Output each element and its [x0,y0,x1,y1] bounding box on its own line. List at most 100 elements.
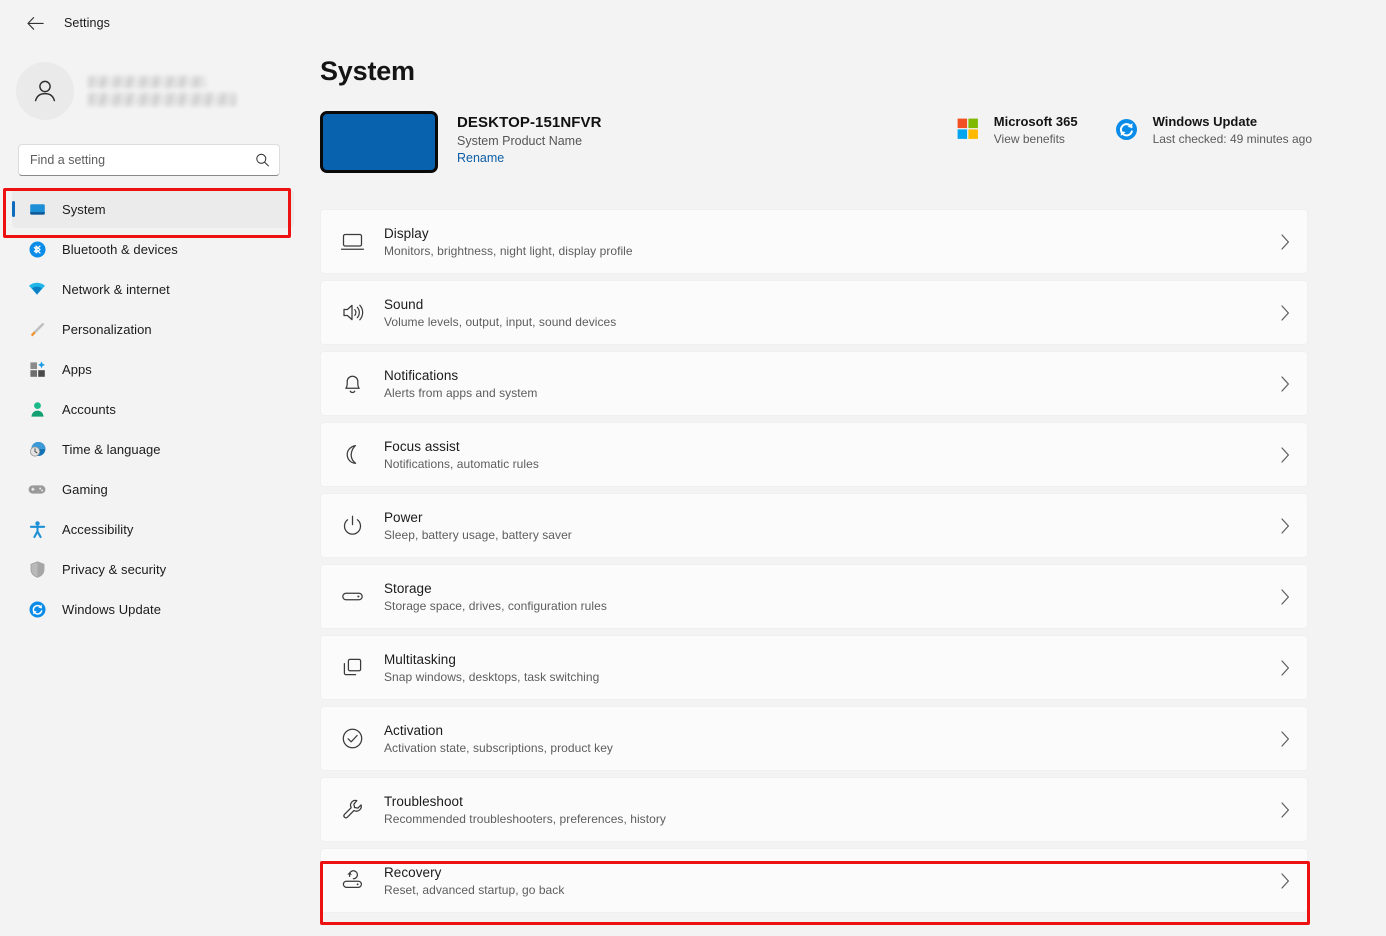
quick-card-windows-update[interactable]: Windows Update Last checked: 49 minutes … [1114,114,1312,146]
sidebar-item-label: Windows Update [62,601,161,617]
search-box[interactable] [18,144,280,176]
chevron-right-icon [1279,233,1291,251]
chevron-right-icon [1279,304,1291,322]
quick-card-text: Microsoft 365 View benefits [994,114,1078,146]
settings-row-text: Storage Storage space, drives, configura… [384,581,1279,613]
sidebar-item-network-internet[interactable]: Network & internet [12,270,294,308]
settings-row-text: Troubleshoot Recommended troubleshooters… [384,794,1279,826]
chevron-right-icon [1279,659,1291,677]
bell-icon [335,367,369,401]
settings-row-recovery[interactable]: Recovery Reset, advanced startup, go bac… [320,848,1308,913]
apps-grid-icon [26,358,48,380]
settings-row-subtitle: Snap windows, desktops, task switching [384,669,600,684]
search-icon [255,153,270,168]
device-thumbnail [320,111,438,173]
sidebar-item-windows-update[interactable]: Windows Update [12,590,294,628]
settings-row-text: Sound Volume levels, output, input, soun… [384,297,1279,329]
settings-row-text: Recovery Reset, advanced startup, go bac… [384,865,1279,897]
sidebar-nav: System Bluetooth & devices Network & int… [0,190,306,628]
sidebar-item-label: Time & language [62,441,161,457]
sidebar-item-privacy-security[interactable]: Privacy & security [12,550,294,588]
settings-row-subtitle: Volume levels, output, input, sound devi… [384,314,617,329]
settings-row-power[interactable]: Power Sleep, battery usage, battery save… [320,493,1308,558]
settings-row-activation[interactable]: Activation Activation state, subscriptio… [320,706,1308,771]
wrench-icon [335,793,369,827]
sidebar-item-accounts[interactable]: Accounts [12,390,294,428]
page-title: System [320,56,415,86]
settings-row-notifications[interactable]: Notifications Alerts from apps and syste… [320,351,1308,416]
device-info: DESKTOP-151NFVR System Product Name Rena… [457,110,602,165]
update-refresh-icon [1114,116,1140,142]
chevron-right-icon [1279,517,1291,535]
system-monitor-icon [26,198,48,220]
settings-row-display[interactable]: Display Monitors, brightness, night ligh… [320,209,1308,274]
settings-row-subtitle: Sleep, battery usage, battery saver [384,527,572,542]
settings-row-title: Activation [384,722,444,738]
settings-row-focus-assist[interactable]: Focus assist Notifications, automatic ru… [320,422,1308,487]
title-bar: Settings [0,0,1386,46]
settings-row-text: Focus assist Notifications, automatic ru… [384,439,1279,471]
avatar [16,62,74,120]
sidebar-item-gaming[interactable]: Gaming [12,470,294,508]
moon-icon [335,438,369,472]
settings-row-subtitle: Storage space, drives, configuration rul… [384,598,607,613]
chevron-right-icon [1279,446,1291,464]
check-circle-icon [335,722,369,756]
chevron-right-icon [1279,375,1291,393]
sidebar-item-time-language[interactable]: Time & language [12,430,294,468]
settings-row-subtitle: Recommended troubleshooters, preferences… [384,811,666,826]
sidebar: System Bluetooth & devices [0,46,306,936]
sidebar-item-label: Bluetooth & devices [62,241,178,257]
sidebar-item-accessibility[interactable]: Accessibility [12,510,294,548]
chevron-right-icon [1279,872,1291,890]
settings-row-multitasking[interactable]: Multitasking Snap windows, desktops, tas… [320,635,1308,700]
sidebar-item-bluetooth-devices[interactable]: Bluetooth & devices [12,230,294,268]
rename-link[interactable]: Rename [457,151,602,165]
shield-icon [26,558,48,580]
settings-row-subtitle: Notifications, automatic rules [384,456,539,471]
quick-card-text: Windows Update Last checked: 49 minutes … [1153,114,1312,146]
quick-card-title: Microsoft 365 [993,114,1078,129]
device-product-name: System Product Name [457,134,583,148]
sidebar-item-apps[interactable]: Apps [12,350,294,388]
redacted-line-1 [88,76,206,88]
accessibility-person-icon [26,518,48,540]
settings-list: Display Monitors, brightness, night ligh… [320,209,1308,913]
quick-card-subtitle: View benefits [993,132,1065,146]
user-name-redacted [88,76,236,106]
settings-row-title: Recovery [384,864,442,880]
settings-row-subtitle: Reset, advanced startup, go back [384,882,565,897]
user-profile[interactable] [16,58,306,124]
chevron-right-icon [1279,801,1291,819]
sidebar-item-label: Gaming [62,481,108,497]
wifi-icon [26,278,48,300]
settings-row-subtitle: Monitors, brightness, night light, displ… [384,243,633,258]
settings-row-title: Power [384,509,423,525]
redacted-line-2 [88,93,236,106]
device-header: DESKTOP-151NFVR System Product Name Rena… [320,110,1386,182]
settings-row-text: Display Monitors, brightness, night ligh… [384,226,1279,258]
sidebar-item-system[interactable]: System [12,190,294,228]
quick-cards: Microsoft 365 View benefits Windows Upda… [955,114,1312,146]
settings-row-storage[interactable]: Storage Storage space, drives, configura… [320,564,1308,629]
settings-row-title: Display [384,225,429,241]
power-icon [335,509,369,543]
storage-drive-icon [335,580,369,614]
bluetooth-icon [26,238,48,260]
back-button[interactable] [18,8,52,38]
settings-row-text: Activation Activation state, subscriptio… [384,723,1279,755]
sidebar-item-personalization[interactable]: Personalization [12,310,294,348]
device-name: DESKTOP-151NFVR [457,114,602,131]
quick-card-microsoft-365[interactable]: Microsoft 365 View benefits [955,114,1078,146]
back-arrow-icon [26,16,44,30]
settings-row-sound[interactable]: Sound Volume levels, output, input, soun… [320,280,1308,345]
sidebar-item-label: Personalization [62,321,152,337]
person-icon [26,398,48,420]
settings-row-troubleshoot[interactable]: Troubleshoot Recommended troubleshooters… [320,777,1308,842]
sidebar-item-label: Apps [62,361,92,377]
search-input[interactable] [19,145,279,175]
clock-globe-icon [26,438,48,460]
sidebar-item-label: Accounts [62,401,116,417]
main-content: System DESKTOP-151NFVR System Product Na… [306,46,1386,936]
settings-window: Settings Find a setting System Bluetooth… [0,0,1386,936]
